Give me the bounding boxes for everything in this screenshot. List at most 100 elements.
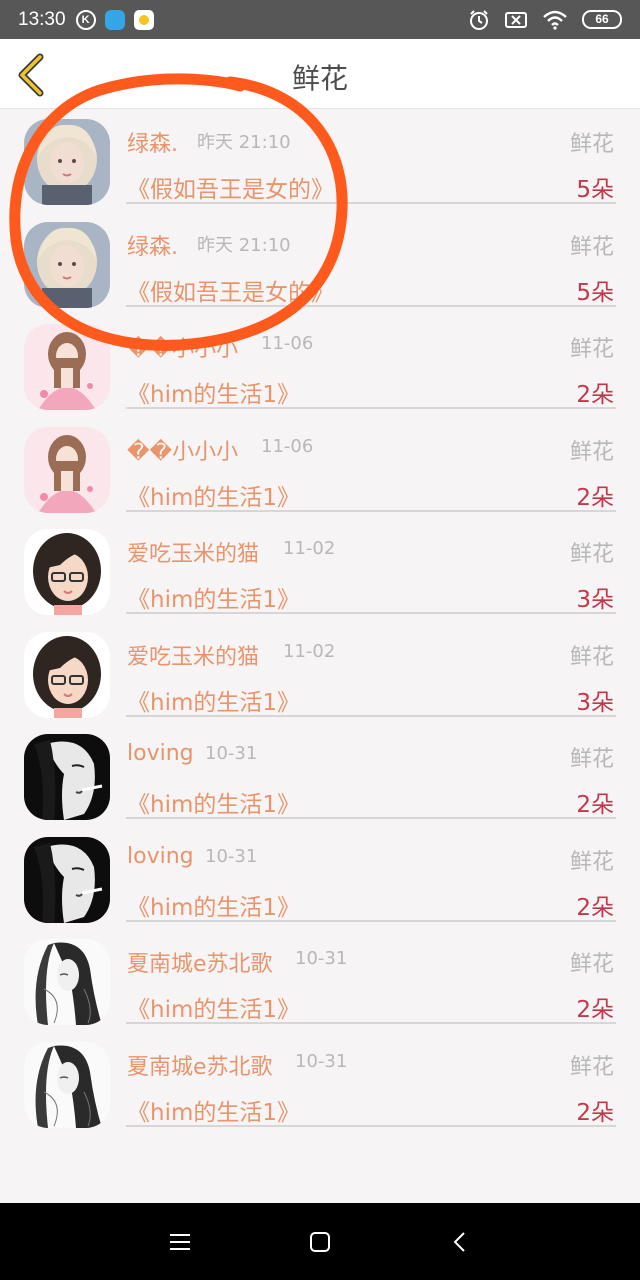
wifi-icon <box>543 10 567 30</box>
k-app-icon: K <box>75 9 96 30</box>
gift-type-label: 鲜花 <box>569 542 614 567</box>
avatar[interactable] <box>24 836 110 923</box>
list-item[interactable]: 绿森. 昨天 21:10 鲜花 《假如吾王是女的》 5朵 <box>0 213 640 316</box>
battery-indicator: 66 <box>582 10 622 29</box>
menu-button[interactable] <box>160 1222 200 1262</box>
flower-count: 2朵 <box>576 792 614 818</box>
timestamp: 10-31 <box>295 1050 348 1072</box>
sketch-girl-avatar-image <box>24 939 110 1025</box>
book-title[interactable]: 《him的生活1》 <box>127 888 300 922</box>
gift-type-label: 鲜花 <box>569 1054 614 1080</box>
row-divider <box>126 509 616 512</box>
sender-name: loving <box>127 741 194 766</box>
sender-name: ��小小小 <box>127 439 239 465</box>
list-item[interactable]: ��小小小 11-06 鲜花《him的生活1》 2朵 <box>0 418 640 521</box>
gift-type-label: 鲜花 <box>569 234 614 260</box>
blonde-girl-avatar-image <box>24 119 110 205</box>
list-item[interactable]: ��小小小 11-06 鲜花《him的生活1》 2朵 <box>0 315 640 418</box>
gift-type-label: 鲜花 <box>569 644 614 670</box>
avatar[interactable] <box>24 221 110 308</box>
avatar[interactable] <box>24 1041 110 1128</box>
gift-type-label: 鲜花 <box>569 849 614 875</box>
sender-name: 爱吃玉米的猫 <box>127 644 260 670</box>
timestamp: 10-31 <box>295 948 348 969</box>
row-divider <box>126 1124 616 1127</box>
timestamp: 11-06 <box>261 333 314 354</box>
flower-count: 5朵 <box>576 279 614 306</box>
notification-icons: K <box>75 9 154 30</box>
pink-doll-avatar-image <box>24 324 110 410</box>
flower-count: 2朵 <box>576 382 614 408</box>
book-title[interactable]: 《him的生活1》 <box>127 1093 300 1127</box>
page-title: 鲜花 <box>291 62 348 95</box>
timestamp: 昨天 21:10 <box>197 132 291 153</box>
flower-count: 2朵 <box>576 997 614 1023</box>
book-title[interactable]: 《him的生活1》 <box>127 785 300 819</box>
glasses-girl-avatar-image <box>24 631 110 718</box>
gift-type-label: 鲜花 <box>569 337 614 362</box>
music-app-icon <box>104 9 125 30</box>
book-title[interactable]: 《him的生活1》 <box>127 580 300 614</box>
flower-record-list: 绿森. 昨天 21:10 鲜花 《假如吾王是女的》 5朵 绿森. 昨天 21:10 鲜花 《假如… <box>0 110 640 1135</box>
row-divider <box>126 714 616 717</box>
avatar[interactable] <box>24 734 110 820</box>
sender-name: 爱吃玉米的猫 <box>127 542 260 567</box>
row-divider <box>126 1022 616 1024</box>
navigation-bar <box>0 1203 640 1280</box>
avatar[interactable] <box>24 119 110 205</box>
avatar[interactable] <box>24 939 110 1025</box>
book-title[interactable]: 《him的生活1》 <box>127 375 300 409</box>
list-item[interactable]: 夏南城e苏北歌 10-31 鲜花《him的生活1》 2朵 <box>0 930 640 1033</box>
timestamp: 11-06 <box>261 435 314 457</box>
avatar[interactable] <box>24 426 110 513</box>
avatar[interactable] <box>24 631 110 718</box>
home-square-icon <box>310 1231 330 1252</box>
status-bar: 13:30 K 66 <box>0 0 640 39</box>
list-item[interactable]: 绿森. 昨天 21:10 鲜花 《假如吾王是女的》 5朵 <box>0 110 640 213</box>
pink-doll-avatar-image <box>24 426 110 513</box>
flower-count: 3朵 <box>576 587 614 613</box>
row-divider <box>126 407 616 409</box>
book-title[interactable]: 《假如吾王是女的》 <box>127 273 334 307</box>
flower-count: 2朵 <box>576 894 614 921</box>
sender-name: 绿森. <box>127 132 178 157</box>
row-divider <box>126 919 616 922</box>
menu-icon <box>170 1233 190 1250</box>
book-title[interactable]: 《him的生活1》 <box>127 478 300 512</box>
gift-type-label: 鲜花 <box>569 439 614 465</box>
list-item[interactable]: loving 10-31 鲜花《him的生活1》 2朵 <box>0 725 640 828</box>
sender-name: 绿森. <box>127 234 178 260</box>
timestamp: 11-02 <box>283 538 336 559</box>
list-item[interactable]: loving 10-31 鲜花《him的生活1》 2朵 <box>0 828 640 931</box>
book-title[interactable]: 《him的生活1》 <box>127 683 300 717</box>
list-item[interactable]: 爱吃玉米的猫 11-02 鲜花 《him的生活1》 3朵 <box>0 623 640 726</box>
sender-name: 夏南城e苏北歌 <box>127 952 273 977</box>
list-item[interactable]: 夏南城e苏北歌 10-31 鲜花《him的生活1》 2朵 <box>0 1033 640 1136</box>
back-nav-button[interactable] <box>440 1222 480 1262</box>
list-item[interactable]: 爱吃玉米的猫 11-02 鲜花《him的生活1》 3朵 <box>0 520 640 623</box>
timestamp: 10-31 <box>205 845 258 867</box>
book-title[interactable]: 《假如吾王是女的》 <box>127 170 334 204</box>
status-time: 13:30 <box>18 8 66 30</box>
row-divider <box>126 202 616 204</box>
title-bar: 鲜花 <box>0 39 640 109</box>
home-button[interactable] <box>300 1222 340 1262</box>
flower-count: 5朵 <box>576 177 614 203</box>
bw-smoker-avatar-image <box>24 836 110 923</box>
sender-name: 夏南城e苏北歌 <box>127 1054 273 1080</box>
gift-type-label: 鲜花 <box>569 747 614 772</box>
book-title[interactable]: 《him的生活1》 <box>127 990 300 1024</box>
sender-name: ��小小小 <box>127 337 239 362</box>
chat-app-icon <box>133 9 154 30</box>
row-divider <box>126 817 616 819</box>
flower-count: 2朵 <box>576 1099 614 1126</box>
row-divider <box>126 612 616 614</box>
flower-count: 2朵 <box>576 484 614 511</box>
glasses-girl-avatar-image <box>24 529 110 615</box>
sender-name: loving <box>127 843 194 869</box>
timestamp: 10-31 <box>205 743 258 764</box>
avatar[interactable] <box>24 529 110 615</box>
gift-type-label: 鲜花 <box>569 952 614 977</box>
avatar[interactable] <box>24 324 110 410</box>
timestamp: 11-02 <box>283 640 336 662</box>
